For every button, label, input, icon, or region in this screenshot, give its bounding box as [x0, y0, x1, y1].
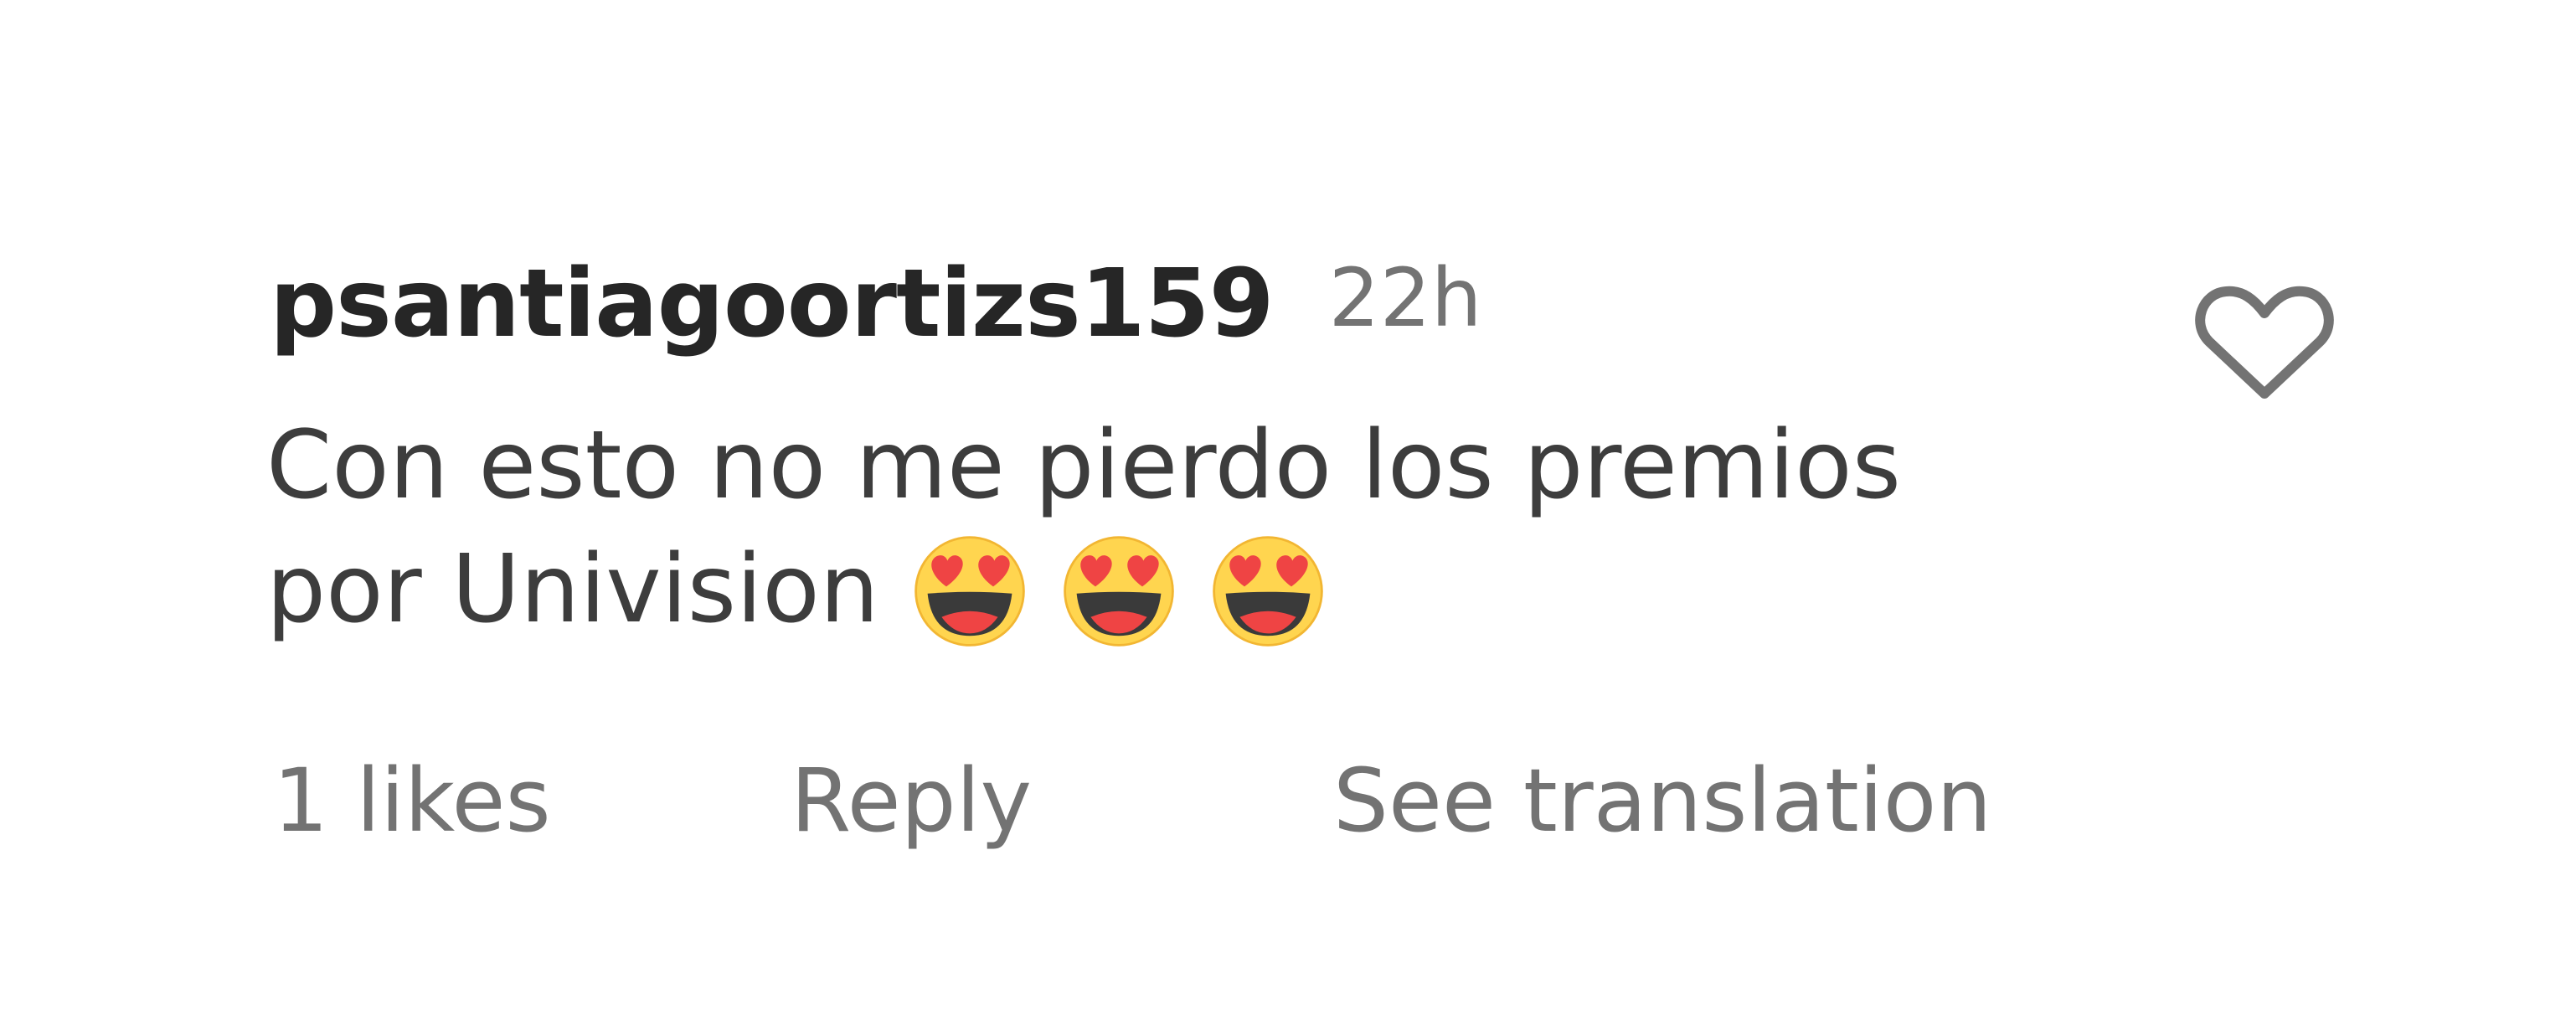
heart-eyes-emoji-icon	[1060, 533, 1177, 650]
likes-count[interactable]: 1 likes	[273, 750, 551, 852]
heart-eyes-emoji-icon	[1209, 533, 1327, 650]
comment-text: Con esto no me pierdo los premios por Un…	[266, 404, 2192, 652]
comment-username[interactable]: psantiagoortizs159	[270, 250, 1275, 358]
comment-header: psantiagoortizs159 22h	[270, 250, 1482, 358]
comment-timestamp: 22h	[1328, 251, 1482, 345]
comment-item: psantiagoortizs159 22h Con esto no me pi…	[0, 0, 2576, 1010]
comment-text-line-1: Con esto no me pierdo los premios	[266, 411, 1902, 520]
see-translation-button[interactable]: See translation	[1333, 750, 1991, 852]
heart-outline-icon	[2195, 286, 2334, 399]
heart-eyes-emoji-icon	[911, 533, 1028, 650]
comment-actions: 1 likes Reply See translation	[0, 750, 2576, 867]
comment-text-line-2-words: por Univision	[266, 535, 879, 644]
comment-text-line-2: por Univision	[266, 528, 2192, 652]
like-button[interactable]	[2194, 276, 2335, 402]
reply-button[interactable]: Reply	[791, 750, 1032, 852]
